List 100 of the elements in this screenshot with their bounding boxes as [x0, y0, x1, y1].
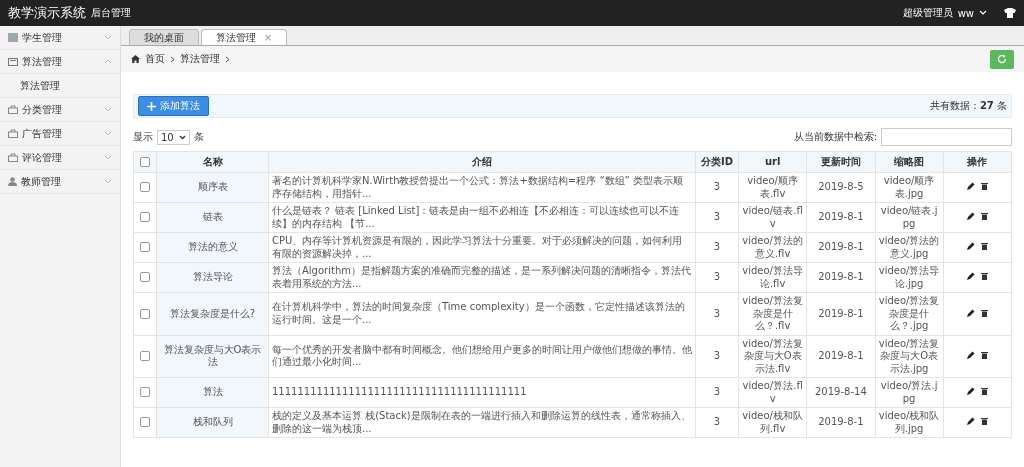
table-cell: 3: [695, 377, 739, 408]
delete-icon[interactable]: [980, 212, 988, 221]
caret-icon: [979, 10, 987, 16]
table-cell: 2019-8-5: [806, 172, 875, 203]
table-cell: video/链表.flv: [738, 202, 807, 233]
delete-icon[interactable]: [980, 387, 988, 396]
breadcrumb-link[interactable]: 算法管理: [180, 52, 220, 66]
table-cell: 栈和队列: [156, 407, 269, 438]
search-field[interactable]: [881, 128, 1012, 146]
table-cell: video/算法.jpg: [875, 377, 944, 408]
edit-icon[interactable]: [966, 387, 975, 396]
edit-icon[interactable]: [966, 417, 975, 426]
chevron-icon: [225, 55, 230, 63]
edit-icon[interactable]: [966, 242, 975, 251]
checkbox[interactable]: [140, 242, 150, 253]
refresh-icon: [997, 54, 1007, 64]
column-header[interactable]: 分类ID: [695, 151, 739, 173]
column-header[interactable]: 缩略图: [875, 151, 944, 173]
table-cell: 2019-8-1: [806, 232, 875, 263]
sidebar-item[interactable]: 教师管理: [0, 170, 120, 194]
checkbox[interactable]: [140, 182, 150, 193]
table-cell: video/算法.flv: [738, 377, 807, 408]
table-cell: 算法导论: [156, 262, 269, 293]
table-cell: 栈的定义及基本运算 栈(Stack)是限制在表的一端进行插入和删除运算的线性表，通常称插入、删除的这一端为栈顶...: [268, 407, 696, 438]
user-role: 超级管理员: [902, 6, 953, 20]
plus-icon: [147, 101, 156, 111]
column-header[interactable]: 操作: [943, 151, 1012, 173]
shirt-icon[interactable]: [1004, 8, 1016, 18]
table-cell: 2019-8-1: [806, 335, 875, 378]
sidebar-item[interactable]: 学生管理: [0, 26, 120, 50]
tab[interactable]: 算法管理 ×: [201, 29, 288, 45]
search-label: 从当前数据中检索:: [793, 130, 877, 144]
chevron-icon: [104, 179, 112, 184]
delete-icon[interactable]: [980, 182, 988, 191]
checkbox[interactable]: [140, 156, 150, 167]
card-icon: [8, 57, 18, 66]
table-cell: video/链表.jpg: [875, 202, 944, 233]
sidebar-item[interactable]: 评论管理: [0, 146, 120, 170]
chevron-icon: [104, 131, 112, 136]
caret-icon: [178, 134, 186, 140]
table-cell: CPU、内存等计算机资源是有限的，因此学习算法十分重要。对于必须解决的问题，如何利用有限的资源解决掉，...: [268, 232, 696, 263]
table-cell: video/算法复杂度是什么？.jpg: [875, 292, 944, 335]
sidebar-subitem[interactable]: 算法管理: [0, 74, 120, 98]
table-cell: 著名的计算机科学家N.Wirth教授曾提出一个公式：算法+数据结构=程序 “数组” 类型表示顺序存储结构，用指针...: [268, 172, 696, 203]
table-cell: 2019-8-14: [806, 377, 875, 408]
edit-icon[interactable]: [966, 212, 975, 221]
checkbox[interactable]: [140, 272, 150, 283]
table-cell: 2019-8-1: [806, 407, 875, 438]
table-cell: 算法（Algorithm）是指解题方案的准确而完整的描述，是一系列解决问题的清晰指令，算法代表着用系统的方法...: [268, 262, 696, 293]
table-cell: 3: [695, 407, 739, 438]
table-cell: 算法: [156, 377, 269, 408]
table-cell: 顺序表: [156, 172, 269, 203]
bag-icon: [8, 129, 18, 138]
tab[interactable]: 我的桌面: [129, 29, 199, 45]
edit-icon[interactable]: [966, 272, 975, 281]
list-icon: [8, 33, 18, 42]
edit-icon[interactable]: [966, 308, 975, 317]
table-cell: video/算法复杂度与大O表示法.jpg: [875, 335, 944, 378]
delete-icon[interactable]: [980, 272, 988, 281]
table-cell: 3: [695, 292, 739, 335]
table-cell: 链表: [156, 202, 269, 233]
home-icon: [131, 55, 140, 63]
chevron-icon: [104, 155, 112, 160]
checkbox[interactable]: [140, 212, 150, 223]
table-cell: 1111111111111111111111111111111111111111: [268, 377, 696, 408]
length-label: 显示: [133, 130, 153, 144]
chevron-icon: [104, 35, 112, 40]
checkbox[interactable]: [140, 308, 150, 319]
column-header[interactable]: 名称: [156, 151, 269, 173]
app-subtitle: 后台管理: [91, 6, 131, 20]
table-cell: video/算法复杂度与大O表示法.flv: [738, 335, 807, 378]
table-cell: 3: [695, 202, 739, 233]
column-header[interactable]: 介绍: [268, 151, 696, 173]
table-cell: video/算法的意义.jpg: [875, 232, 944, 263]
tab-label: 算法管理: [216, 30, 256, 45]
edit-icon[interactable]: [966, 351, 975, 359]
edit-icon[interactable]: [966, 182, 975, 191]
table-cell: 在计算机科学中，算法的时间复杂度（Time complexity）是一个函数，它定性描述该算法的运行时间。这是一个...: [268, 292, 696, 335]
sidebar-item[interactable]: 广告管理: [0, 122, 120, 146]
sidebar-item[interactable]: 分类管理: [0, 98, 120, 122]
delete-icon[interactable]: [980, 308, 988, 317]
table-cell: 什么是链表？ 链表 [Linked List]：链表是由一组不必相连【不必相连：可以连续也可以不连续】的内存结构 【节...: [268, 202, 696, 233]
table-cell: 每一个优秀的开发者脑中都有时间概念。他们想给用户更多的时间让用户做他们想做的事情。他们通过最小化时间...: [268, 335, 696, 378]
breadcrumb-link[interactable]: 首页: [145, 52, 165, 66]
delete-icon[interactable]: [980, 417, 988, 426]
table-cell: 3: [695, 335, 739, 378]
page-size-select[interactable]: 10: [157, 129, 190, 145]
table-cell: 3: [695, 262, 739, 293]
checkbox[interactable]: [140, 351, 150, 361]
app-title: 教学演示系统: [8, 4, 86, 22]
delete-icon[interactable]: [980, 242, 988, 251]
table-cell: 算法的意义: [156, 232, 269, 263]
column-header[interactable]: url: [738, 151, 807, 173]
table-cell: video/顺序表.flv: [738, 172, 807, 203]
column-header[interactable]: 更新时间: [806, 151, 875, 173]
checkbox[interactable]: [140, 417, 150, 428]
user-menu[interactable]: ww: [957, 7, 974, 19]
delete-icon[interactable]: [980, 351, 988, 359]
sidebar-item[interactable]: 算法管理: [0, 50, 120, 74]
checkbox[interactable]: [140, 387, 150, 398]
